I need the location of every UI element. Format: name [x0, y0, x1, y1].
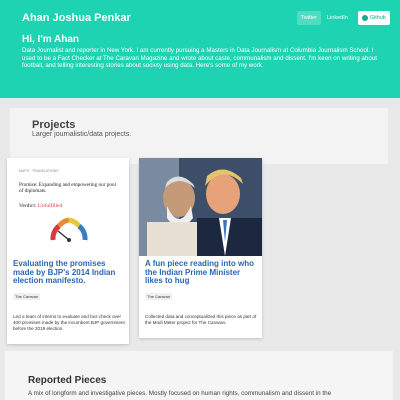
github-button[interactable]: Github: [357, 11, 390, 25]
project-title[interactable]: A fun piece reading into who the Indian …: [145, 259, 257, 286]
verdict-label: Verdict:: [19, 203, 37, 209]
site-brand[interactable]: Ahan Joshua Penkar: [22, 12, 131, 24]
projects-subtitle: Larger journalistic/data projects.: [32, 131, 132, 138]
linkedin-link[interactable]: LinkedIn: [323, 11, 352, 25]
project-thumbnail[interactable]: MAPS · TRANSLATIONS Promise: Expanding a…: [7, 158, 129, 256]
greeting-heading: Hi, I'm Ahan: [22, 34, 80, 45]
thumb-kicker: MAPS · TRANSLATIONS: [19, 169, 59, 173]
project-description: Collected data and conceptualized this p…: [145, 314, 257, 326]
thumb-verdict: Verdict: Unfulfilled: [19, 203, 62, 209]
verdict-value: Unfulfilled: [37, 203, 63, 209]
publication-tag: The Caravan: [145, 293, 173, 300]
twitter-link[interactable]: Twitter: [296, 11, 321, 25]
github-icon: [361, 15, 368, 21]
project-title[interactable]: Evaluating the promises made by BJP's 20…: [13, 259, 125, 286]
bio-text: Data Journalist and reporter in New York…: [22, 47, 377, 70]
reported-subtitle: A mix of longform and investigative piec…: [28, 390, 332, 397]
projects-heading: Projects: [32, 119, 76, 131]
project-thumbnail[interactable]: [139, 158, 262, 256]
hug-photo: [139, 158, 262, 256]
project-card-hugs[interactable]: A fun piece reading into who the Indian …: [139, 158, 262, 338]
reported-heading: Reported Pieces: [28, 375, 107, 386]
publication-tag: The Caravan: [13, 293, 41, 300]
hero-header: Ahan Joshua Penkar Twitter LinkedIn Gith…: [0, 0, 400, 98]
thumb-headline: Promise: Expanding and empowering our po…: [19, 182, 116, 194]
github-label: Github: [369, 15, 386, 21]
project-description: Led a team of interns to evaluate and fa…: [13, 314, 125, 332]
verdict-gauge-icon: [50, 217, 88, 242]
project-card-manifesto[interactable]: MAPS · TRANSLATIONS Promise: Expanding a…: [7, 158, 129, 344]
social-nav: Twitter LinkedIn Github: [296, 11, 390, 25]
